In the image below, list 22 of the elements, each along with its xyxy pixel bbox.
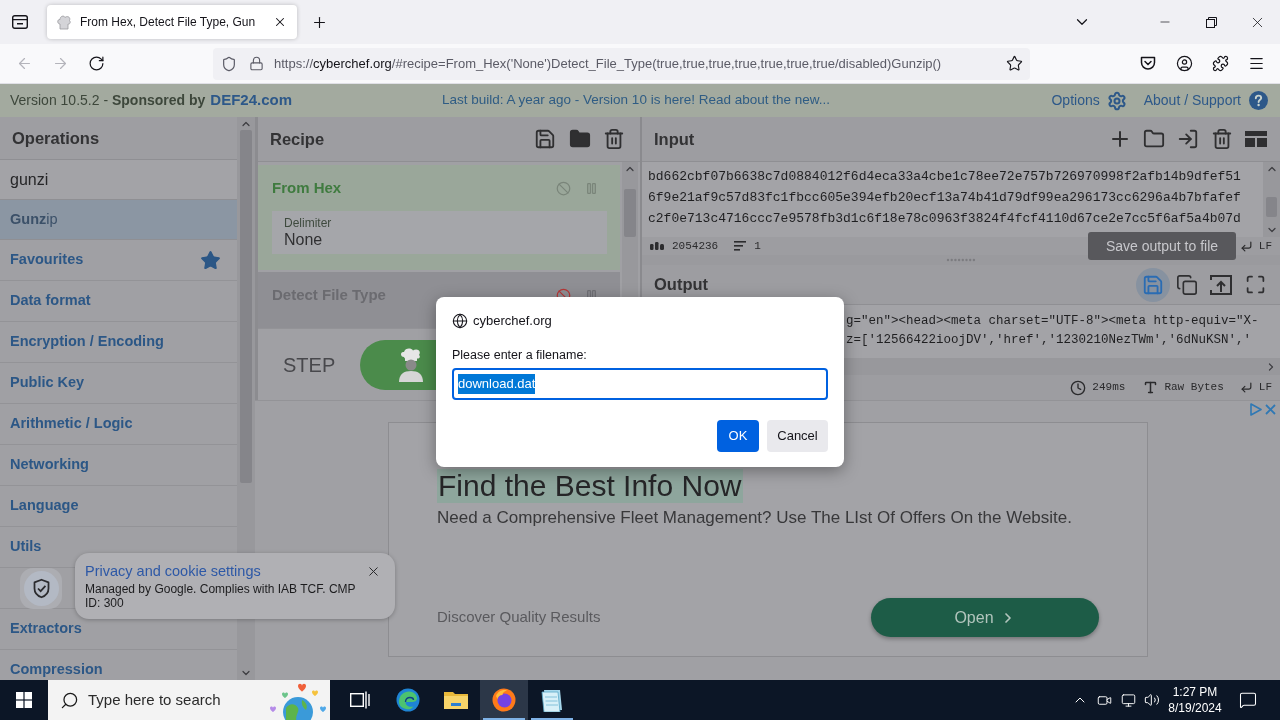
dialog-prompt: Please enter a filename: <box>452 348 588 363</box>
ad-footer-text: Discover Quality Results <box>437 607 601 628</box>
output-time: 249ms <box>1092 380 1126 396</box>
ad-body-text: Need a Comprehensive Fleet Management? Use The LIst Of Offers On the Website. <box>437 507 1073 529</box>
input-text-line: 6f9e21af9c57d83fc1fbcc605e394efb20ecf13a74b41d79df99ea296173cc6296a4b7bfafef <box>648 189 1242 207</box>
version-text: Version 10.5.2 - Sponsored by <box>10 91 206 110</box>
input-text-line: bd662cbf07b6638c7d0884012f6d4eca33a4cbe1c78ee72e757b726970998f2afb14b9dfef51 <box>648 168 1242 186</box>
panel-title: Recipe <box>270 128 325 150</box>
step-label: STEP <box>283 352 336 378</box>
dialog-origin: cyberchef.org <box>473 312 552 331</box>
output-text-line: z=['12566422ioojDV','href','1230210NezTWm','6dNuKSN',' <box>846 332 1253 349</box>
field-label: Delimiter <box>284 216 333 230</box>
input-length: 2054236 <box>672 238 719 254</box>
input-text-line: c2f0e713c4716ccc7e9578fb3d1c6f18e78c0963f3824f4fcf4110d67ce2e7cc5f6af5a4b07d <box>648 210 1242 228</box>
output-text-line: g="en"><head><meta charset="UTF-8"><meta http-equiv="X- <box>846 313 1260 330</box>
tooltip: Save output to file <box>1088 232 1236 260</box>
panel-title: Output <box>654 274 709 296</box>
step-title: From Hex <box>272 177 342 198</box>
cookie-notice-text: Managed by Google. Complies with IAB TCF. CMP ID: 300 <box>85 582 357 610</box>
input-line-count: 1 <box>754 238 761 254</box>
panel-title: Operations <box>12 127 100 149</box>
panel-title: Input <box>654 128 695 150</box>
